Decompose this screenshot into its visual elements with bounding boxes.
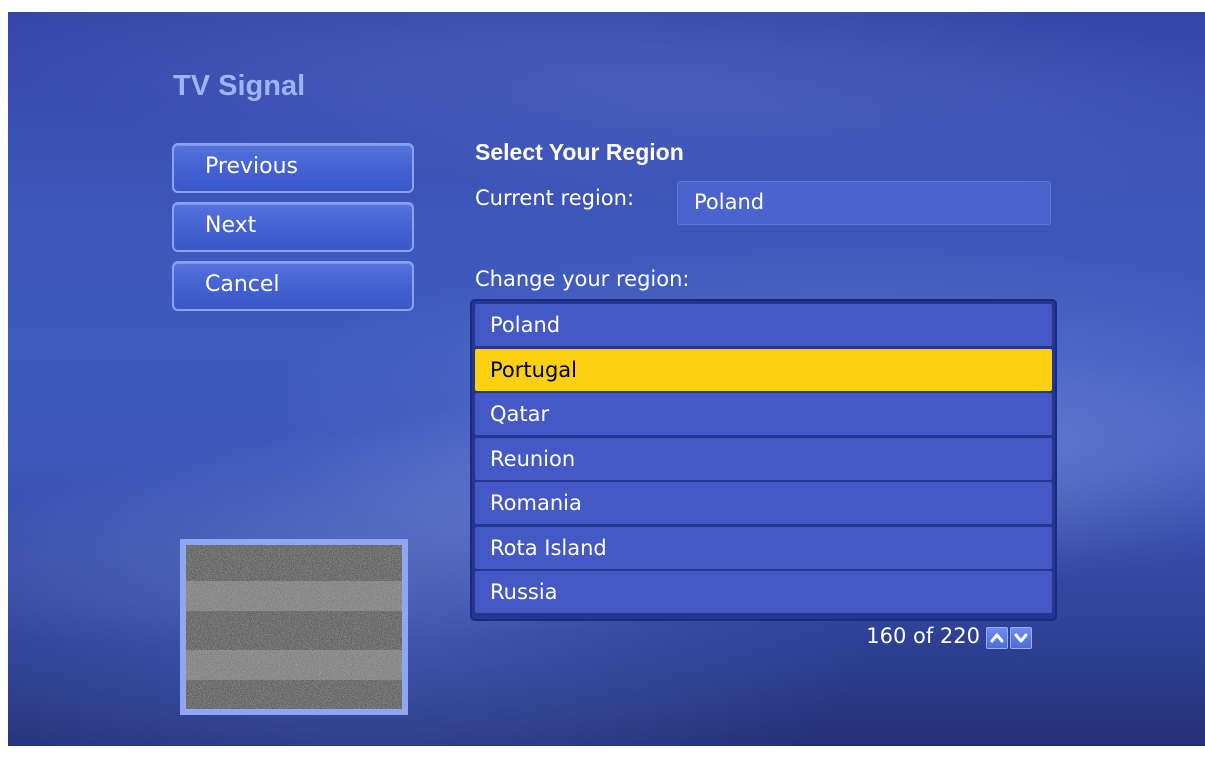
page-up-button[interactable] (986, 627, 1008, 649)
section-heading: Select Your Region (475, 139, 684, 165)
current-region-value: Poland (677, 181, 1051, 225)
region-list-item[interactable]: Poland (475, 304, 1052, 346)
region-list-item-selected[interactable]: Portugal (475, 348, 1052, 391)
media-center-screen: TV Signal Previous Next Cancel Select Yo… (8, 12, 1205, 746)
previous-button[interactable]: Previous (172, 143, 414, 193)
region-list-item[interactable]: Reunion (475, 437, 1052, 480)
region-list-item[interactable]: Rota Island (475, 526, 1052, 569)
chevron-down-icon (1014, 633, 1028, 643)
page-down-button[interactable] (1010, 627, 1032, 649)
region-list-item[interactable]: Romania (475, 482, 1052, 524)
page-title: TV Signal (173, 70, 306, 102)
region-list-item[interactable]: Russia (475, 571, 1052, 613)
change-region-label: Change your region: (475, 267, 690, 291)
list-page-counter: 160 of 220 (866, 624, 980, 648)
region-list-item[interactable]: Qatar (475, 393, 1052, 435)
chevron-up-icon (990, 633, 1004, 643)
next-button[interactable]: Next (172, 202, 414, 252)
cancel-button[interactable]: Cancel (172, 261, 414, 311)
tv-signal-preview (180, 539, 408, 715)
region-list: Poland Portugal Qatar Reunion Romania Ro… (470, 299, 1057, 621)
current-region-label: Current region: (475, 186, 635, 210)
tv-static-image (186, 545, 402, 709)
